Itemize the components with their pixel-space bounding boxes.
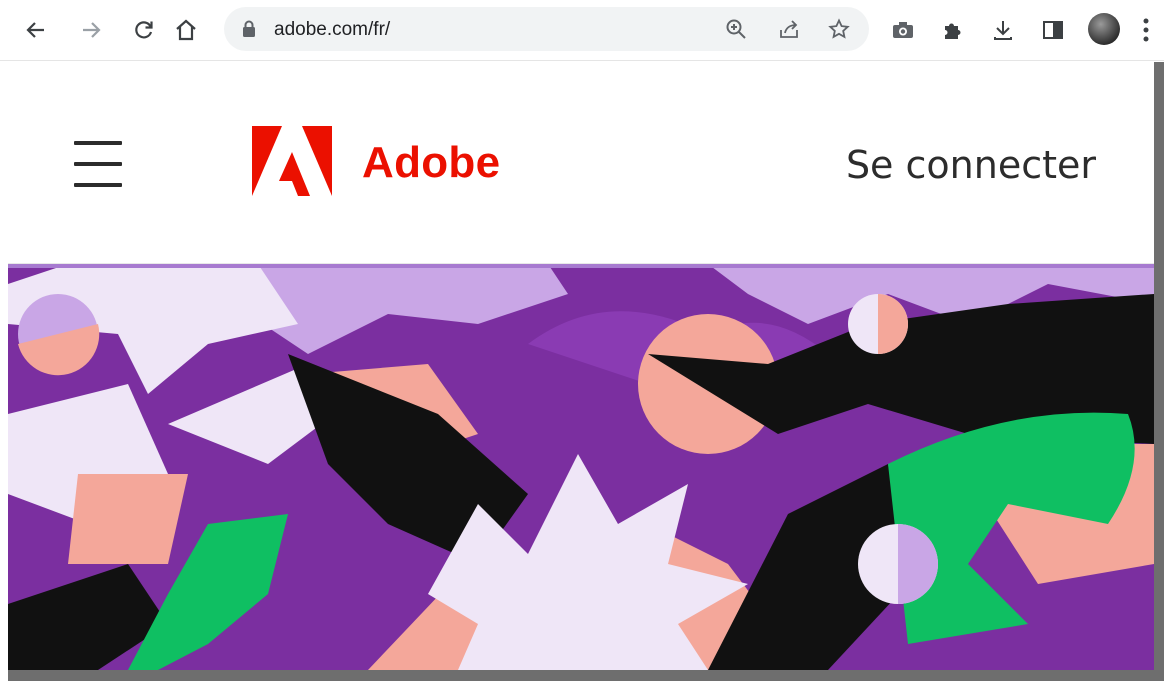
download-icon[interactable] [987, 14, 1019, 46]
back-arrow-icon[interactable] [20, 14, 52, 46]
bookmark-star-icon[interactable] [827, 17, 851, 41]
zoom-icon[interactable] [724, 17, 748, 41]
hero-banner-image [8, 264, 1154, 670]
signin-link[interactable]: Se connecter [846, 143, 1096, 187]
extensions-puzzle-icon[interactable] [937, 14, 969, 46]
browser-toolbar: adobe.com/fr/ [0, 0, 1164, 61]
url-text[interactable]: adobe.com/fr/ [274, 19, 390, 41]
share-icon[interactable] [777, 17, 801, 41]
side-panel-icon[interactable] [1037, 14, 1069, 46]
home-icon[interactable] [170, 14, 202, 46]
web-page: Adobe Se connecter [8, 61, 1154, 670]
forward-arrow-icon[interactable] [75, 14, 107, 46]
camera-extension-icon[interactable] [887, 14, 919, 46]
lock-icon[interactable] [242, 20, 256, 43]
profile-avatar[interactable] [1088, 13, 1120, 45]
adobe-logo[interactable] [252, 126, 332, 196]
reload-icon[interactable] [128, 14, 160, 46]
address-bar[interactable]: adobe.com/fr/ [224, 7, 869, 51]
window-shadow-bottom [8, 670, 1164, 681]
site-header: Adobe Se connecter [8, 61, 1154, 264]
window-shadow-right [1154, 62, 1164, 681]
hamburger-menu-icon[interactable] [74, 139, 122, 189]
more-menu-icon[interactable] [1138, 15, 1154, 45]
brand-wordmark[interactable]: Adobe [362, 138, 500, 188]
